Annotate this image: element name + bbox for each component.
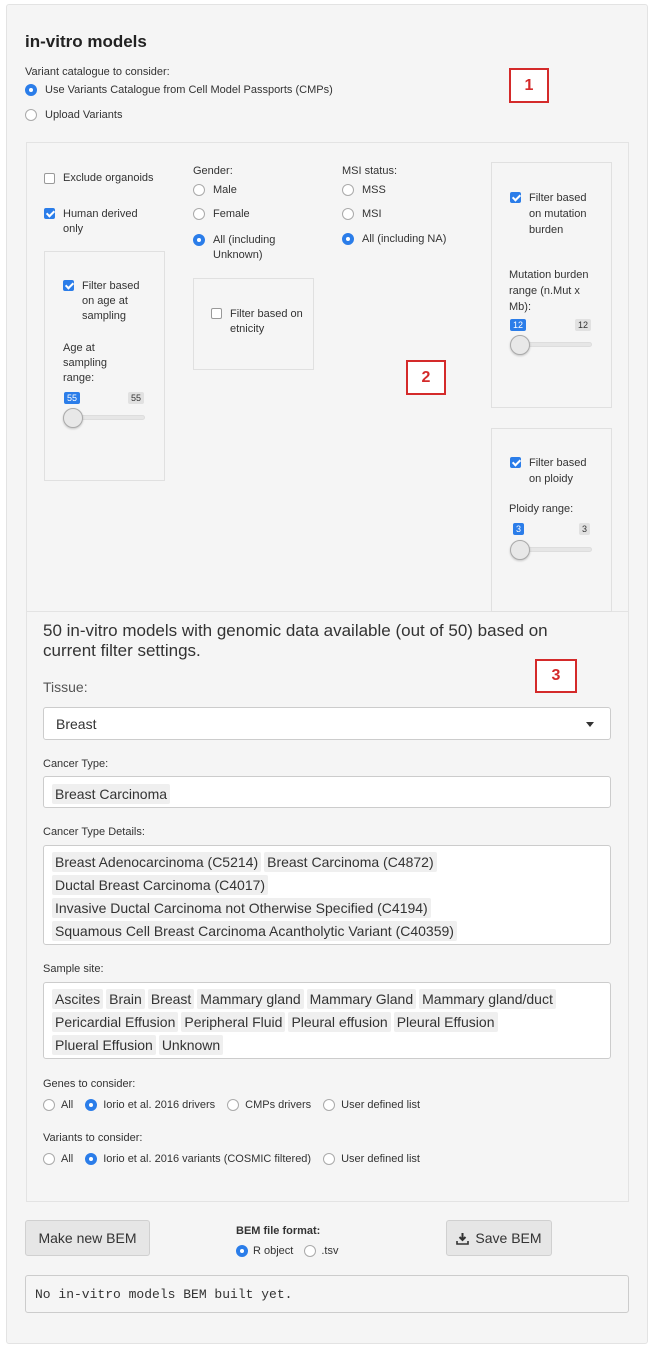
cancer-type-detail-tag[interactable]: Ductal Breast Carcinoma (C4017): [52, 875, 269, 895]
radio-upload-variants[interactable]: Upload Variants: [25, 109, 122, 121]
checkbox[interactable]: [63, 280, 74, 291]
cancer-type-detail-tag[interactable]: Breast Adenocarcinoma (C5214): [52, 852, 262, 872]
checkbox[interactable]: [44, 172, 55, 184]
cancer-type-tag[interactable]: Breast Carcinoma: [52, 784, 171, 804]
genes-radio-group: All Iorio et al. 2016 drivers CMPs drive…: [43, 1099, 420, 1111]
variants-user-radio[interactable]: [323, 1153, 336, 1165]
make-bem-button[interactable]: Make new BEM: [25, 1220, 150, 1256]
tissue-select[interactable]: Breast: [43, 707, 611, 740]
sample-site-tag[interactable]: Mammary gland: [197, 989, 304, 1009]
cancer-type-label: Cancer Type:: [43, 758, 109, 770]
mutation-slider-handle[interactable]: [510, 335, 530, 355]
mutation-filter-checkbox[interactable]: Filter based on mutation burden: [510, 190, 594, 238]
variants-label: Variants to consider:: [43, 1132, 143, 1144]
radio-dot[interactable]: [25, 84, 37, 96]
radio-use-cmps[interactable]: Use Variants Catalogue from Cell Model P…: [25, 84, 333, 96]
sample-site-tag[interactable]: Plueral Effusion: [52, 1035, 156, 1055]
exclude-organoids-checkbox[interactable]: Exclude organoids: [44, 172, 154, 184]
sample-site-tag[interactable]: Brain: [106, 989, 145, 1009]
mutation-slider-max: 12: [575, 319, 592, 331]
marker-3: 3: [535, 659, 577, 693]
sample-site-tag[interactable]: Mammary gland/duct: [419, 989, 556, 1009]
msi-mss-radio[interactable]: MSS: [342, 184, 386, 196]
chevron-down-icon[interactable]: [586, 722, 594, 727]
genes-iorio-radio[interactable]: [85, 1099, 98, 1111]
cancer-type-input[interactable]: Breast Carcinoma: [43, 776, 611, 808]
format-tsv-radio[interactable]: [304, 1245, 317, 1257]
mutation-range-label: Mutation burden range (n.Mut x Mb):: [509, 269, 589, 313]
radio-dot[interactable]: [25, 109, 37, 121]
sample-site-tag[interactable]: Ascites: [52, 989, 104, 1009]
cancer-type-details-label: Cancer Type Details:: [43, 826, 145, 838]
age-range-label: Age at sampling range:: [63, 342, 108, 384]
checkbox[interactable]: [510, 457, 521, 468]
bem-format-radio-group: R object .tsv: [236, 1245, 338, 1257]
genes-all-radio[interactable]: [43, 1099, 55, 1111]
gender-female-radio[interactable]: Female: [193, 208, 250, 220]
tissue-label: Tissue:: [43, 679, 88, 695]
ethnicity-filter-checkbox[interactable]: Filter based on etnicity: [211, 307, 305, 337]
cancer-type-details-input[interactable]: Breast Adenocarcinoma (C5214) Breast Carc…: [43, 845, 611, 945]
checkbox[interactable]: [510, 192, 521, 203]
genes-label: Genes to consider:: [43, 1078, 136, 1090]
age-slider-max: 55: [128, 392, 145, 404]
marker-2: 2: [406, 360, 446, 395]
age-slider-handle[interactable]: [63, 408, 83, 428]
variants-radio-group: All Iorio et al. 2016 variants (COSMIC f…: [43, 1153, 420, 1165]
sample-site-tag[interactable]: Pleural Effusion: [393, 1012, 498, 1032]
summary-text: 50 in-vitro models with genomic data ava…: [43, 621, 548, 660]
sample-site-label: Sample site:: [43, 963, 104, 975]
variant-catalogue-label: Variant catalogue to consider:: [25, 66, 170, 78]
sample-site-tag[interactable]: Pleural effusion: [288, 1012, 391, 1032]
cancer-type-detail-tag[interactable]: Breast Carcinoma (C4872): [264, 852, 437, 872]
sample-site-tag[interactable]: Breast: [147, 989, 195, 1009]
cancer-type-detail-tag[interactable]: Invasive Ductal Carcinoma not Otherwise …: [52, 898, 431, 918]
sample-site-tag[interactable]: Pericardial Effusion: [52, 1012, 179, 1032]
age-filter-checkbox[interactable]: Filter based on age at sampling: [63, 279, 154, 324]
radio-dot[interactable]: [342, 184, 354, 196]
variants-all-radio[interactable]: [43, 1153, 55, 1165]
variants-iorio-radio[interactable]: [85, 1153, 98, 1165]
tissue-value: Breast: [56, 716, 97, 732]
ploidy-slider-handle[interactable]: [510, 540, 530, 560]
ploidy-slider-value: 3: [513, 523, 525, 535]
page-title: in-vitro models: [25, 32, 147, 51]
cancer-type-detail-tag[interactable]: Squamous Cell Breast Carcinoma Acantholy…: [52, 921, 457, 941]
gender-all-radio[interactable]: All (including Unknown): [193, 233, 293, 263]
ploidy-filter-checkbox[interactable]: Filter based on ploidy: [510, 455, 599, 487]
mutation-slider-value: 12: [510, 319, 527, 331]
sample-site-input[interactable]: Ascites Brain Breast Mammary gland Mammary G…: [43, 982, 611, 1059]
download-icon: [456, 1232, 470, 1245]
bem-output: No in-vitro models BEM built yet.: [25, 1275, 629, 1313]
marker-1: 1: [509, 68, 549, 103]
sample-site-tag[interactable]: Mammary Gland: [306, 989, 417, 1009]
checkbox[interactable]: [211, 308, 222, 319]
save-bem-button[interactable]: Save BEM: [446, 1220, 552, 1256]
gender-label: Gender:: [193, 165, 233, 177]
msi-label: MSI status:: [342, 165, 398, 177]
msi-all-radio[interactable]: All (including NA): [342, 233, 446, 245]
ploidy-slider-max: 3: [579, 523, 591, 535]
sample-site-tag[interactable]: Unknown: [158, 1035, 224, 1055]
genes-user-radio[interactable]: [323, 1099, 336, 1111]
age-slider-value: 55: [64, 392, 81, 404]
human-derived-checkbox[interactable]: Human derived only: [44, 207, 164, 237]
genes-cmps-radio[interactable]: [227, 1099, 240, 1111]
radio-dot[interactable]: [193, 234, 205, 246]
radio-dot[interactable]: [193, 184, 205, 196]
format-robject-radio[interactable]: [236, 1245, 248, 1257]
msi-msi-radio[interactable]: MSI: [342, 208, 382, 220]
gender-male-radio[interactable]: Male: [193, 184, 237, 196]
sample-site-tag[interactable]: Peripheral Fluid: [181, 1012, 286, 1032]
radio-dot[interactable]: [342, 208, 354, 220]
radio-dot[interactable]: [193, 208, 205, 220]
checkbox[interactable]: [44, 208, 55, 219]
radio-dot[interactable]: [342, 233, 354, 245]
ploidy-range-label: Ploidy range:: [509, 503, 574, 515]
bem-format-label: BEM file format:: [236, 1225, 321, 1237]
